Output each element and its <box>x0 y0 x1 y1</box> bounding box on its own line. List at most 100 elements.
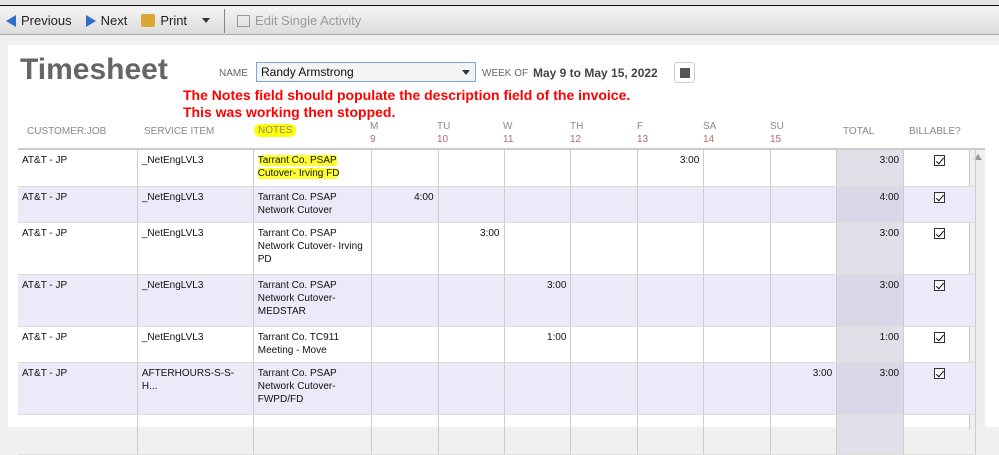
header-billable[interactable]: BILLABLE? <box>909 125 961 138</box>
cell-hours[interactable] <box>771 415 838 454</box>
header-day[interactable]: SA 14 <box>703 120 716 146</box>
cell-hours[interactable] <box>704 363 772 414</box>
table-row[interactable]: AT&T - JP AFTERHOURS-S-S-H... Tarrant Co. … <box>18 363 977 415</box>
cell-hours[interactable] <box>571 363 639 414</box>
cell-hours[interactable] <box>372 327 439 362</box>
cell-hours[interactable] <box>505 363 572 414</box>
cell-hours[interactable] <box>771 223 838 274</box>
billable-checkbox[interactable] <box>934 192 946 203</box>
header-total[interactable]: TOTAL <box>843 125 874 138</box>
cell-customer[interactable]: AT&T - JP <box>18 363 138 414</box>
cell-hours[interactable]: 3:00 <box>638 150 705 186</box>
cell-hours[interactable] <box>704 187 772 222</box>
billable-checkbox[interactable] <box>934 155 946 166</box>
header-day[interactable]: TH 12 <box>570 120 583 146</box>
cell-hours[interactable] <box>638 327 705 362</box>
cell-hours[interactable]: 3:00 <box>439 223 505 274</box>
cell-hours[interactable] <box>638 415 705 454</box>
cell-billable[interactable] <box>904 363 977 414</box>
cell-customer[interactable]: AT&T - JP <box>18 223 138 274</box>
cell-hours[interactable] <box>771 275 838 326</box>
table-row[interactable]: AT&T - JP _NetEngLVL3 Tarrant Co. PSAP Net… <box>18 187 977 223</box>
cell-hours[interactable] <box>704 223 772 274</box>
cell-hours[interactable]: 1:00 <box>505 327 572 362</box>
cell-service[interactable] <box>138 415 254 454</box>
next-button[interactable]: Next <box>85 13 127 28</box>
empty-row[interactable] <box>18 415 977 455</box>
cell-hours[interactable]: 3:00 <box>505 275 572 326</box>
cell-customer[interactable]: AT&T - JP <box>18 275 138 326</box>
billable-checkbox[interactable] <box>934 228 946 239</box>
cell-billable[interactable] <box>904 275 977 326</box>
cell-hours[interactable] <box>439 327 505 362</box>
cell-hours[interactable] <box>771 187 838 222</box>
previous-button[interactable]: Previous <box>6 13 72 28</box>
print-button[interactable]: Print <box>141 13 211 28</box>
cell-hours[interactable] <box>505 150 572 186</box>
cell-billable[interactable] <box>904 223 977 274</box>
cell-billable[interactable] <box>904 187 977 222</box>
cell-hours[interactable] <box>505 223 572 274</box>
cell-hours[interactable] <box>638 275 705 326</box>
cell-billable[interactable] <box>904 150 977 186</box>
header-notes[interactable]: NOTES <box>254 124 297 137</box>
cell-service[interactable]: AFTERHOURS-S-S-H... <box>138 363 254 414</box>
cell-hours[interactable] <box>704 327 772 362</box>
cell-hours[interactable] <box>372 275 439 326</box>
cell-hours[interactable] <box>771 150 838 186</box>
cell-hours[interactable] <box>571 150 639 186</box>
cell-hours[interactable]: 4:00 <box>372 187 439 222</box>
cell-hours[interactable] <box>571 187 639 222</box>
header-day[interactable]: TU 10 <box>437 120 450 146</box>
cell-hours[interactable] <box>372 415 439 454</box>
billable-checkbox[interactable] <box>934 368 946 379</box>
cell-service[interactable]: _NetEngLVL3 <box>138 150 254 186</box>
cell-hours[interactable] <box>571 415 639 454</box>
cell-hours[interactable] <box>571 327 639 362</box>
cell-notes[interactable]: Tarrant Co. PSAP Network Cutover- MEDSTA… <box>254 275 372 326</box>
cell-service[interactable]: _NetEngLVL3 <box>138 223 254 274</box>
cell-hours[interactable] <box>439 415 505 454</box>
cell-hours[interactable] <box>704 275 772 326</box>
cell-hours[interactable] <box>571 223 639 274</box>
cell-hours[interactable] <box>372 150 439 186</box>
cell-billable[interactable] <box>904 327 977 362</box>
billable-checkbox[interactable] <box>934 332 946 343</box>
header-day[interactable]: W 11 <box>503 120 513 146</box>
cell-hours[interactable] <box>638 363 705 414</box>
cell-hours[interactable] <box>439 275 505 326</box>
cell-customer[interactable]: AT&T - JP <box>18 187 138 222</box>
cell-hours[interactable]: 3:00 <box>771 363 838 414</box>
cell-hours[interactable] <box>704 150 772 186</box>
cell-hours[interactable] <box>439 363 505 414</box>
header-customer[interactable]: CUSTOMER:JOB <box>27 125 106 138</box>
cell-customer[interactable] <box>18 415 138 454</box>
cell-hours[interactable] <box>704 415 772 454</box>
cell-hours[interactable] <box>771 327 838 362</box>
header-service[interactable]: SERVICE ITEM <box>144 125 214 138</box>
table-row[interactable]: AT&T - JP _NetEngLVL3 Tarrant Co. TC911 Me… <box>18 327 977 363</box>
cell-notes[interactable]: Tarrant Co. TC911 Meeting - Move <box>254 327 372 362</box>
cell-notes[interactable]: Tarrant Co. PSAP Cutover- Irving FD <box>254 150 372 186</box>
table-row[interactable]: AT&T - JP _NetEngLVL3 Tarrant Co. PSAP Net… <box>18 223 977 275</box>
header-day[interactable]: F 13 <box>637 120 648 146</box>
table-row[interactable]: AT&T - JP _NetEngLVL3 Tarrant Co. PSAP Net… <box>18 275 977 327</box>
cell-service[interactable]: _NetEngLVL3 <box>138 187 254 222</box>
cell-hours[interactable] <box>439 150 505 186</box>
cell-hours[interactable] <box>638 187 705 222</box>
cell-notes[interactable]: Tarrant Co. PSAP Network Cutover <box>254 187 372 222</box>
edit-single-activity-button[interactable]: Edit Single Activity <box>237 13 361 28</box>
cell-service[interactable]: _NetEngLVL3 <box>138 275 254 326</box>
cell-hours[interactable] <box>372 223 439 274</box>
cell-hours[interactable] <box>505 187 572 222</box>
name-select[interactable]: Randy Armstrong <box>256 62 476 82</box>
header-day[interactable]: SU 15 <box>770 120 784 146</box>
billable-checkbox[interactable] <box>934 280 946 291</box>
cell-notes[interactable] <box>254 415 372 454</box>
cell-notes[interactable]: Tarrant Co. PSAP Network Cutover- FWPD/F… <box>254 363 372 414</box>
calendar-button[interactable] <box>674 62 695 83</box>
cell-hours[interactable] <box>505 415 572 454</box>
cell-customer[interactable]: AT&T - JP <box>18 327 138 362</box>
cell-service[interactable]: _NetEngLVL3 <box>138 327 254 362</box>
cell-hours[interactable] <box>439 187 505 222</box>
